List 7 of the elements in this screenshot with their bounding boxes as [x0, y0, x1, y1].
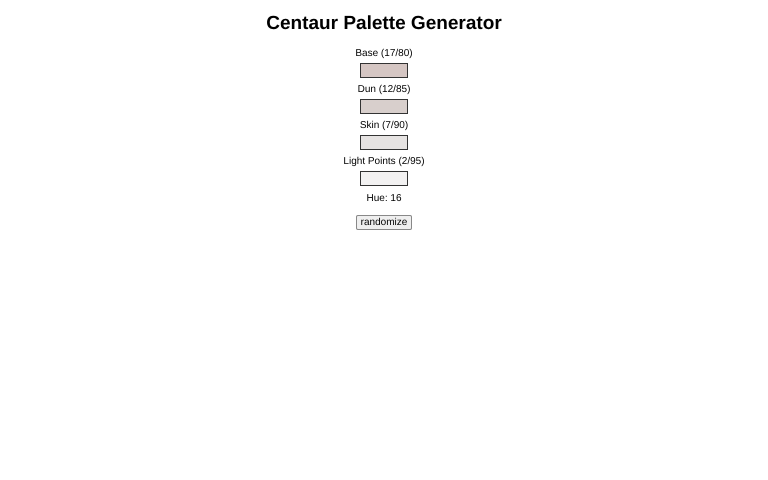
- swatch-label: Skin (7/90): [360, 120, 408, 132]
- randomize-button[interactable]: randomize: [356, 215, 412, 230]
- swatch-label: Dun (12/85): [358, 84, 410, 96]
- swatch-label: Base (17/80): [355, 48, 413, 60]
- hue-value: Hue: 16: [366, 193, 402, 205]
- page-title: Centaur Palette Generator: [266, 13, 502, 35]
- swatch-label: Light Points (2/95): [343, 156, 425, 168]
